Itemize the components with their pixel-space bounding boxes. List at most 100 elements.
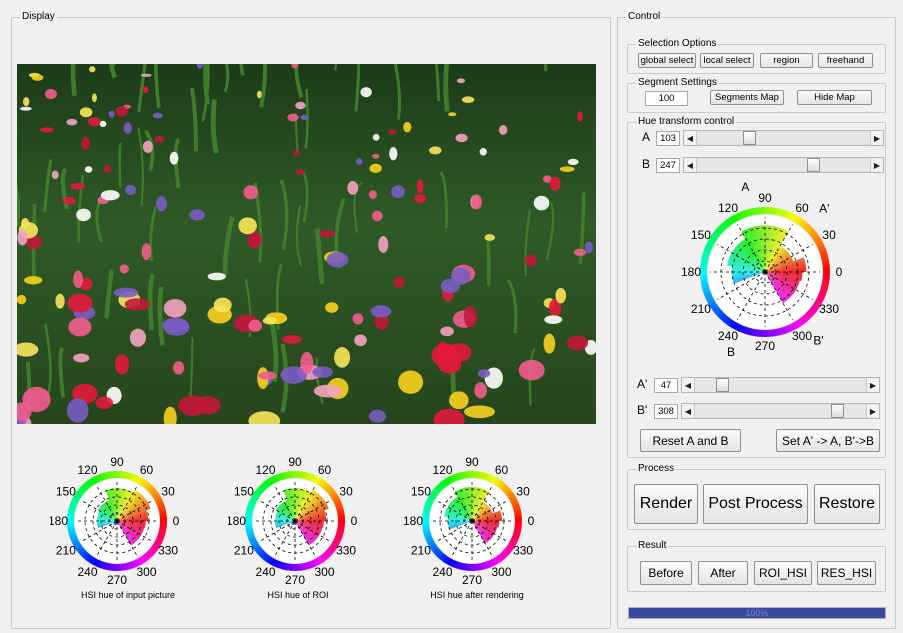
caption-input-hue: HSI hue of input picture [80, 590, 176, 600]
angle-tick-label: 0 [528, 514, 535, 528]
flower-bloom [464, 405, 495, 419]
global-select-button[interactable]: global select [638, 53, 696, 68]
b-value-field[interactable]: 247 [656, 158, 680, 173]
b-prime-slider[interactable]: ◀ ▶ [681, 403, 880, 419]
flower-bloom [429, 146, 442, 155]
roi-hsi-button[interactable]: ROI_HSI [754, 561, 812, 585]
segment-count-input[interactable]: 100 [645, 91, 688, 106]
hue-ring-segment [761, 329, 766, 337]
res-hsi-button[interactable]: RES_HSI [817, 561, 876, 585]
angle-tick-label: 150 [411, 485, 431, 499]
angle-tick-label: 300 [136, 565, 156, 579]
before-button[interactable]: Before [640, 561, 692, 585]
b-prime-value-field[interactable]: 308 [654, 404, 678, 419]
flower-bloom [23, 97, 30, 107]
flower-bloom [152, 112, 163, 119]
flower-bloom [73, 270, 84, 289]
reset-a-and-b-button[interactable]: Reset A and B [640, 429, 741, 452]
flower-bloom [484, 234, 495, 241]
flower-bloom [370, 305, 392, 318]
segment-settings-title: Segment Settings [636, 77, 719, 89]
flower-bloom [313, 384, 342, 398]
hue-wheel-rendered: 0 30 60 90 120150 180 210240 270 300330 [403, 455, 535, 585]
angle-tick-label: 90 [758, 191, 772, 205]
angle-tick-label: 180 [403, 514, 423, 528]
b-prime-label: B' [637, 403, 648, 417]
hue-ring-segment [114, 563, 118, 571]
b-prime-slider-right-arrow[interactable]: ▶ [866, 404, 879, 418]
flower-bloom [295, 101, 306, 110]
angle-tick-label: 90 [465, 455, 479, 469]
a-prime-value-field[interactable]: 47 [654, 378, 678, 393]
flower-bloom [66, 398, 89, 423]
hue-ring-segment [67, 518, 75, 522]
angle-tick-label: 0 [173, 514, 180, 528]
a-slider-right-arrow[interactable]: ▶ [870, 131, 883, 145]
hide-map-button[interactable]: Hide Map [797, 90, 872, 105]
flower-bloom [544, 315, 563, 325]
flower-bloom [334, 347, 351, 368]
a-slider[interactable]: ◀ ▶ [683, 130, 884, 146]
selection-options-title: Selection Options [636, 38, 719, 50]
hue-wheel-roi: 0 30 60 90 120150 180 210240 270 300330 [228, 455, 358, 585]
flower-bloom [389, 146, 398, 161]
b-slider-right-arrow[interactable]: ▶ [870, 158, 883, 172]
angle-tick-label: 180 [681, 265, 701, 279]
flower-bloom [416, 179, 424, 194]
flower-bloom [207, 272, 226, 281]
display-panel-title: Display [20, 11, 57, 23]
a-slider-left-arrow[interactable]: ◀ [684, 131, 697, 145]
flower-bloom [213, 297, 232, 313]
angle-tick-label: 330 [158, 544, 178, 558]
caption-rendered-hue: HSI hue after rendering [430, 590, 524, 600]
hue-ring-segment [822, 271, 830, 276]
flower-bloom [238, 217, 257, 235]
b-slider-left-arrow[interactable]: ◀ [684, 158, 697, 172]
flower-bloom [140, 73, 152, 77]
b-slider[interactable]: ◀ ▶ [683, 157, 884, 173]
progress-label: 100% [745, 608, 769, 618]
b-slider-thumb[interactable] [807, 158, 821, 172]
angle-tick-label: 270 [755, 339, 775, 353]
flower-bloom [518, 359, 545, 381]
flower-bloom [76, 208, 91, 222]
angle-tick-label: 180 [50, 514, 68, 528]
angle-tick-label: 330 [513, 544, 533, 558]
progress-bar: 100% [628, 607, 886, 619]
angle-tick-label: 210 [56, 544, 76, 558]
b-prime-slider-thumb[interactable] [830, 404, 844, 418]
a-prime-slider-thumb[interactable] [715, 378, 729, 392]
angle-tick-label: 330 [819, 302, 839, 316]
a-prime-slider[interactable]: ◀ ▶ [681, 377, 880, 393]
angle-tick-label: 210 [691, 302, 711, 316]
render-button[interactable]: Render [634, 484, 698, 524]
leaf-stroke [486, 238, 491, 286]
a-value-field[interactable]: 103 [656, 131, 680, 146]
flower-bloom [360, 87, 372, 98]
a-prime-slider-left-arrow[interactable]: ◀ [682, 378, 695, 392]
flower-bloom [108, 110, 115, 118]
flower-bloom [163, 299, 187, 318]
a-prime-slider-right-arrow[interactable]: ▶ [866, 378, 879, 392]
local-select-button[interactable]: local select [700, 53, 754, 68]
freehand-button[interactable]: freehand [818, 53, 873, 68]
a-slider-thumb[interactable] [743, 131, 757, 145]
flower-bloom [256, 90, 262, 99]
b-prime-slider-left-arrow[interactable]: ◀ [682, 404, 695, 418]
set-a-prime-b-prime-button[interactable]: Set A' -> A, B'->B [776, 429, 880, 452]
flower-bloom [258, 371, 277, 380]
hue-transform-wheel[interactable]: 0 30 60 90 120 150 180 210 240 270 300 330 A A' B B' [672, 178, 862, 360]
flower-bloom [372, 210, 383, 222]
flower-bloom [393, 276, 405, 288]
post-process-button[interactable]: Post Process [703, 484, 808, 524]
flower-bloom [81, 136, 90, 150]
flower-bloom [17, 229, 28, 246]
restore-button[interactable]: Restore [814, 484, 880, 524]
after-button[interactable]: After [698, 561, 748, 585]
hue-ring-segment [292, 563, 296, 571]
flower-bloom [456, 78, 466, 84]
segments-map-button[interactable]: Segments Map [710, 90, 784, 105]
region-button[interactable]: region [760, 53, 813, 68]
leaf-stroke [157, 286, 165, 346]
hue-ring-segment [700, 268, 708, 273]
